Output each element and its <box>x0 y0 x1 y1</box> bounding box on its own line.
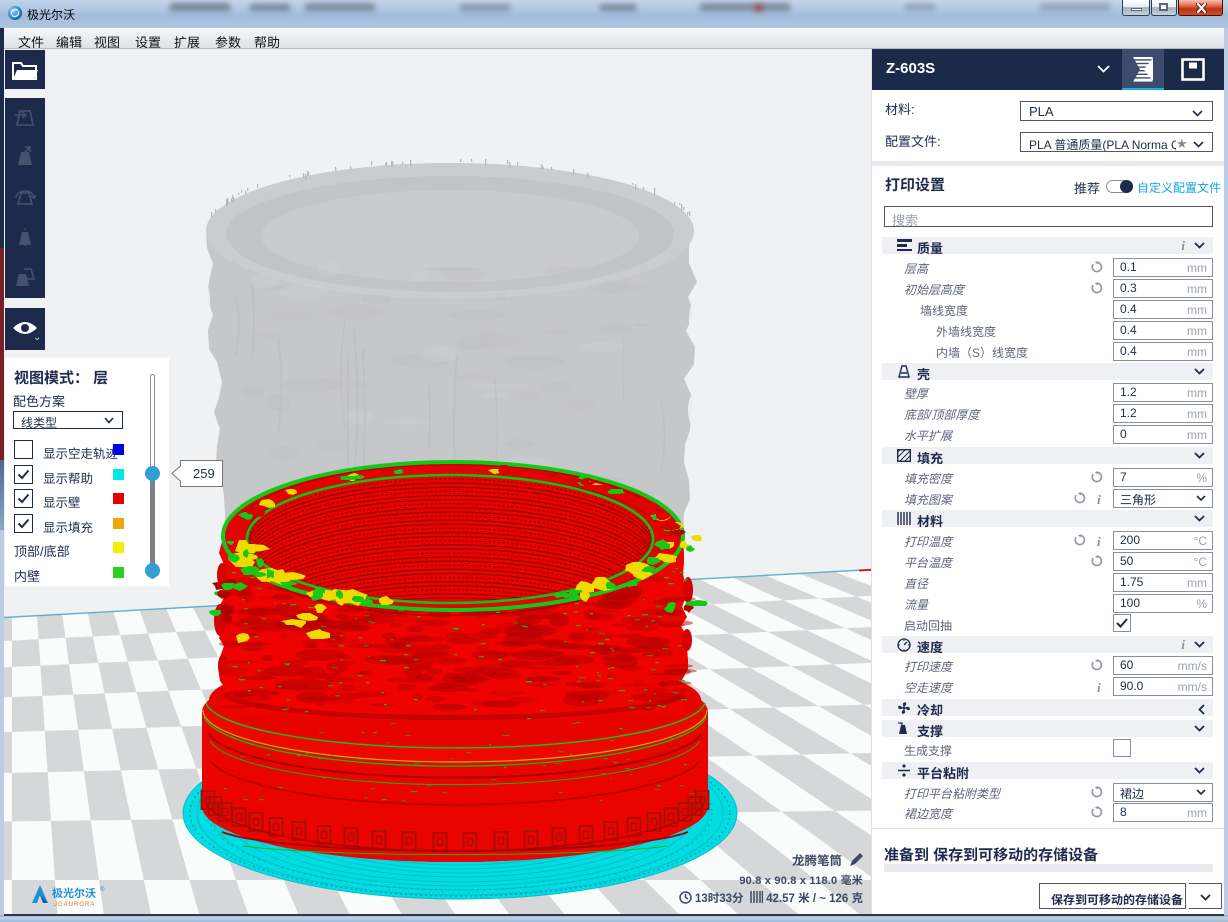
svg-text:极光尔沃: 极光尔沃 <box>52 885 96 901</box>
svg-text:259: 259 <box>193 466 215 481</box>
svg-text:®: ® <box>100 886 105 893</box>
svg-text:JGAURORA: JGAURORA <box>54 902 95 908</box>
